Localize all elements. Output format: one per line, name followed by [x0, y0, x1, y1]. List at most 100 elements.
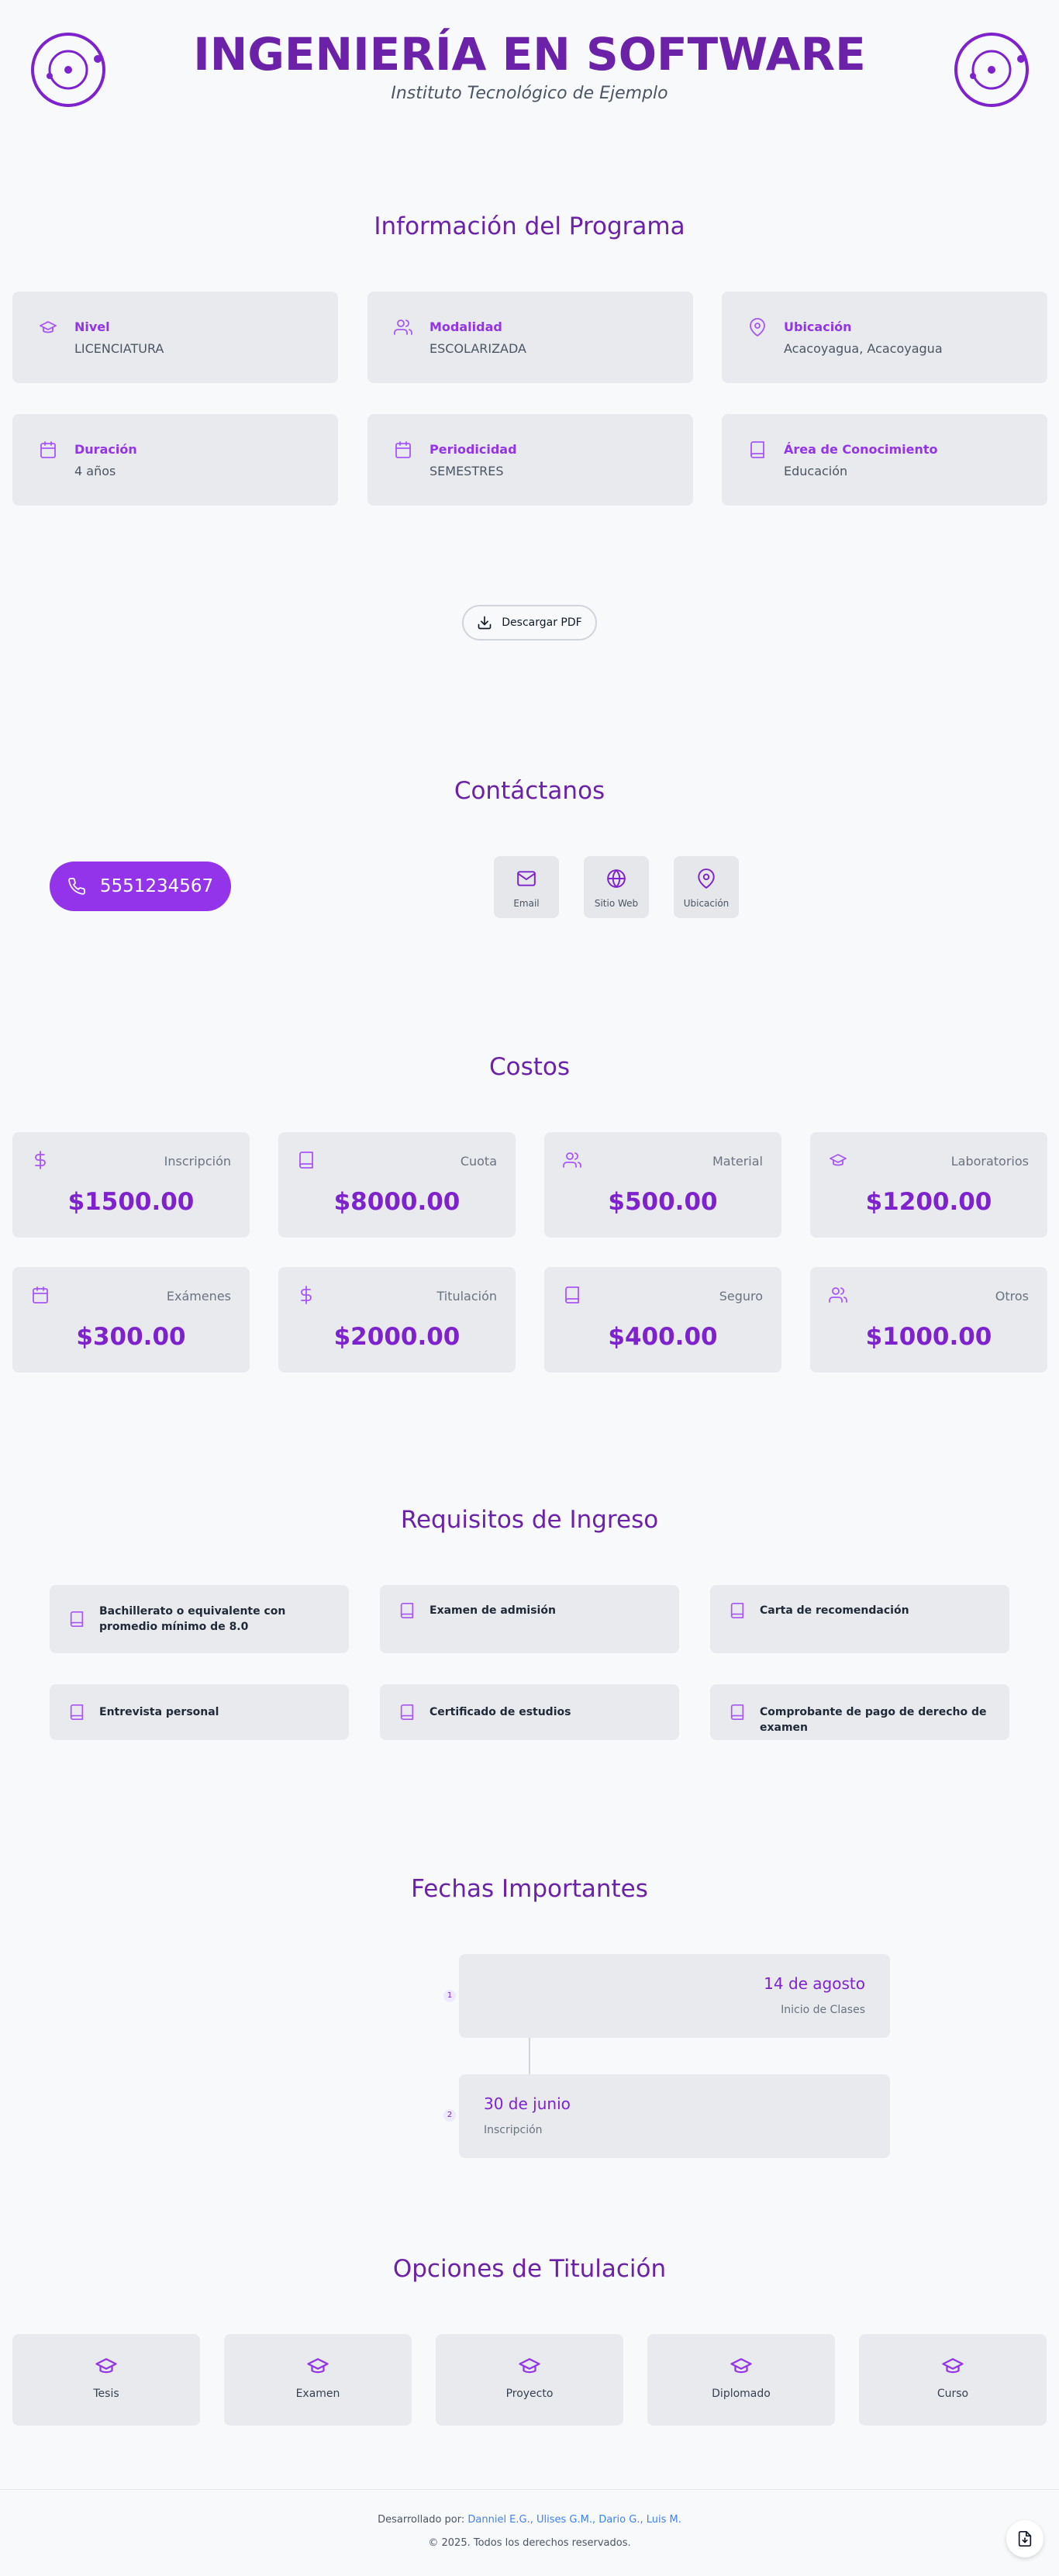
page-header: INGENIERÍA EN SOFTWARE Instituto Tecnoló… — [0, 0, 1059, 116]
cost-label: Material — [712, 1154, 763, 1169]
users-icon — [829, 1286, 847, 1304]
date-card: 14 de agosto Inicio de Clases — [459, 1954, 890, 2038]
book-icon — [729, 1602, 746, 1619]
requirement-text: Carta de recomendación — [760, 1604, 909, 1617]
download-fab-button[interactable] — [1006, 2520, 1043, 2557]
users-icon — [563, 1151, 581, 1169]
book-icon — [398, 1602, 416, 1619]
graduation-cap-icon — [519, 2358, 540, 2374]
info-label: Ubicación — [784, 319, 852, 334]
info-label: Modalidad — [429, 319, 502, 334]
cost-label: Cuota — [460, 1154, 497, 1169]
requirement-item: Certificado de estudios — [380, 1684, 679, 1740]
contact-website-button[interactable]: Sitio Web — [584, 856, 649, 918]
phone-button[interactable]: 5551234567 — [50, 862, 231, 911]
book-icon — [398, 1704, 416, 1721]
titling-section-title: Opciones de Titulación — [392, 2255, 667, 2283]
graduation-cap-icon — [95, 2358, 117, 2374]
info-card-ubicacion: Ubicación Acacoyagua, Acacoyagua — [722, 292, 1047, 383]
info-value: LICENCIATURA — [74, 341, 164, 356]
cost-label: Exámenes — [166, 1289, 231, 1304]
info-value: SEMESTRES — [429, 464, 504, 478]
footer-divider — [0, 2489, 1059, 2490]
requirement-text: Comprobante de pago de derecho de examen — [760, 1706, 987, 1734]
book-icon — [729, 1704, 746, 1721]
page-title: INGENIERÍA EN SOFTWARE — [193, 28, 866, 81]
footer-authors-link[interactable]: Danniel E.G., Ulises G.M., Dario G., Lui… — [467, 2514, 681, 2526]
cost-label: Inscripción — [164, 1154, 231, 1169]
info-label: Duración — [74, 442, 137, 457]
titling-option-diplomado: Diplomado — [647, 2334, 835, 2426]
info-card-duracion: Duración 4 años — [12, 414, 338, 506]
cost-label: Otros — [995, 1289, 1029, 1304]
date-value: 14 de agosto — [764, 1974, 865, 1993]
download-pdf-button[interactable]: Descargar PDF — [462, 605, 597, 641]
info-value: ESCOLARIZADA — [429, 341, 526, 356]
titling-option-tesis: Tesis — [12, 2334, 200, 2426]
cost-amount: $500.00 — [608, 1188, 718, 1216]
users-icon — [394, 318, 412, 337]
requirement-item: Comprobante de pago de derecho de examen — [710, 1684, 1009, 1740]
book-icon — [563, 1286, 581, 1304]
titling-option-label: Curso — [937, 2388, 969, 2400]
graduation-cap-icon — [39, 318, 57, 337]
info-label: Área de Conocimiento — [784, 442, 938, 457]
dates-section-title: Fechas Importantes — [411, 1875, 648, 1903]
cost-amount: $1000.00 — [865, 1323, 992, 1351]
book-icon — [748, 440, 767, 459]
date-card: 30 de junio Inscripción — [459, 2074, 890, 2158]
cost-card-inscripcion: Inscripción $1500.00 — [12, 1132, 250, 1238]
titling-option-label: Proyecto — [505, 2388, 554, 2400]
titling-option-label: Diplomado — [712, 2388, 771, 2400]
cost-card-seguro: Seguro $400.00 — [544, 1267, 781, 1373]
phone-number: 5551234567 — [99, 876, 214, 896]
cost-label: Seguro — [719, 1289, 763, 1304]
date-event: Inicio de Clases — [781, 2004, 865, 2016]
contact-email-button[interactable]: Email — [494, 856, 559, 918]
requirement-item: Examen de admisión — [380, 1585, 679, 1653]
download-pdf-label: Descargar PDF — [502, 616, 582, 629]
info-label: Periodicidad — [429, 442, 517, 457]
cost-card-laboratorios: Laboratorios $1200.00 — [810, 1132, 1047, 1238]
requirement-text: Bachillerato o equivalente con promedio … — [99, 1605, 286, 1633]
globe-icon — [607, 869, 626, 888]
requirement-item: Bachillerato o equivalente con promedio … — [50, 1585, 349, 1653]
page-subtitle: Instituto Tecnológico de Ejemplo — [391, 84, 668, 103]
phone-icon — [68, 878, 85, 895]
cost-amount: $2000.00 — [333, 1323, 461, 1351]
info-value: Educación — [784, 464, 848, 478]
dollar-icon — [31, 1151, 50, 1169]
map-pin-icon — [748, 318, 767, 337]
calendar-icon — [394, 440, 412, 459]
requirement-item: Entrevista personal — [50, 1684, 349, 1740]
cost-label: Laboratorios — [950, 1154, 1029, 1169]
requirement-text: Examen de admisión — [429, 1604, 556, 1617]
date-value: 30 de junio — [484, 2094, 571, 2113]
timeline-marker: 2 — [443, 2109, 456, 2122]
book-icon — [297, 1151, 316, 1169]
requirement-text: Entrevista personal — [99, 1706, 219, 1718]
dollar-icon — [297, 1286, 316, 1304]
info-card-periodicidad: Periodicidad SEMESTRES — [367, 414, 693, 506]
graduation-cap-icon — [730, 2358, 752, 2374]
info-value: Acacoyagua, Acacoyagua — [784, 341, 943, 356]
info-card-nivel: Nivel LICENCIATURA — [12, 292, 338, 383]
requirement-item: Carta de recomendación — [710, 1585, 1009, 1653]
download-icon — [478, 616, 492, 630]
cost-card-otros: Otros $1000.00 — [810, 1267, 1047, 1373]
titling-option-label: Examen — [295, 2388, 340, 2400]
timeline-marker: 1 — [443, 1990, 456, 2002]
requirement-text: Certificado de estudios — [429, 1706, 571, 1718]
cost-amount: $1200.00 — [865, 1188, 992, 1216]
costs-section-title: Costos — [488, 1053, 571, 1081]
graduation-cap-icon — [942, 2358, 964, 2374]
book-icon — [68, 1611, 85, 1628]
mail-icon — [517, 871, 536, 886]
cost-card-titulacion: Titulación $2000.00 — [278, 1267, 516, 1373]
orbit-logo-icon — [953, 31, 1030, 109]
graduation-cap-icon — [829, 1151, 847, 1169]
contact-location-button[interactable]: Ubicación — [674, 856, 739, 918]
file-download-icon — [1018, 2531, 1032, 2547]
titling-option-curso: Curso — [859, 2334, 1047, 2426]
cost-card-cuota: Cuota $8000.00 — [278, 1132, 516, 1238]
